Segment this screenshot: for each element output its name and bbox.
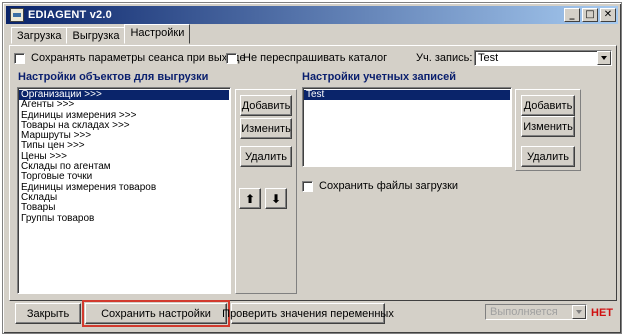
accounts-title: Настройки учетных записей [302, 71, 457, 83]
move-up-icon[interactable]: ⬆ [239, 188, 261, 209]
save-download-files-checkbox[interactable]: Сохранить файлы загрузки [302, 180, 458, 192]
export-objects-title: Настройки объектов для выгрузки [18, 71, 209, 83]
chevron-down-icon[interactable] [597, 51, 611, 65]
tab-settings[interactable]: Настройки [124, 24, 191, 44]
account-select-value: Test [478, 52, 499, 64]
title-bar[interactable]: EDIAGENT v2.0 _ □ ✕ [6, 6, 618, 24]
check-variables-button[interactable]: Проверить значения переменных [222, 303, 394, 324]
window-title: EDIAGENT v2.0 [28, 9, 112, 21]
status-select-value: Выполняется [490, 306, 558, 318]
chevron-down-icon [572, 305, 586, 319]
save-session-checkbox[interactable]: Сохранять параметры сеанса при выходе [14, 52, 246, 64]
main-window: EDIAGENT v2.0 _ □ ✕ Загрузка Выгрузка На… [2, 2, 622, 334]
account-label: Уч. запись: [416, 52, 473, 64]
move-down-icon[interactable]: ⬇ [265, 188, 287, 209]
title-buttons: _ □ ✕ [564, 8, 616, 22]
edit-object-button[interactable]: Изменить [240, 118, 292, 139]
checkbox-box[interactable] [14, 52, 25, 64]
maximize-icon[interactable]: □ [582, 8, 598, 22]
close-button[interactable]: Закрыть [15, 303, 81, 324]
checkbox-box[interactable] [302, 180, 313, 192]
edit-account-button[interactable]: Изменить [521, 116, 575, 137]
app-icon [10, 8, 24, 22]
no-reask-catalog-checkbox[interactable]: Не переспрашивать каталог [226, 52, 387, 64]
save-download-files-label: Сохранить файлы загрузки [319, 180, 459, 192]
status-select: Выполняется [485, 304, 587, 320]
export-objects-list[interactable]: Организации >>> Агенты >>> Единицы измерен… [17, 87, 231, 294]
checkbox-box[interactable] [226, 52, 237, 64]
account-select[interactable]: Test [474, 50, 612, 66]
status-text: НЕТ [591, 307, 613, 319]
add-account-button[interactable]: Добавить [521, 95, 575, 116]
close-icon[interactable]: ✕ [600, 8, 616, 22]
save-settings-button[interactable]: Сохранить настройки [82, 300, 230, 327]
minimize-icon[interactable]: _ [564, 8, 580, 22]
save-session-label: Сохранять параметры сеанса при выходе [31, 52, 246, 64]
tab-strip: Загрузка Выгрузка Настройки [11, 24, 191, 44]
add-object-button[interactable]: Добавить [240, 95, 292, 116]
no-reask-catalog-label: Не переспрашивать каталог [243, 52, 388, 64]
accounts-list[interactable]: Test [302, 87, 512, 167]
delete-account-button[interactable]: Удалить [521, 146, 575, 167]
tab-export[interactable]: Выгрузка [66, 27, 126, 44]
settings-panel: Сохранять параметры сеанса при выходе Не… [9, 45, 617, 301]
delete-object-button[interactable]: Удалить [240, 146, 292, 167]
list-item[interactable]: Test [304, 89, 510, 101]
tab-download[interactable]: Загрузка [11, 27, 68, 44]
list-item[interactable]: Группы товаров [19, 213, 229, 224]
